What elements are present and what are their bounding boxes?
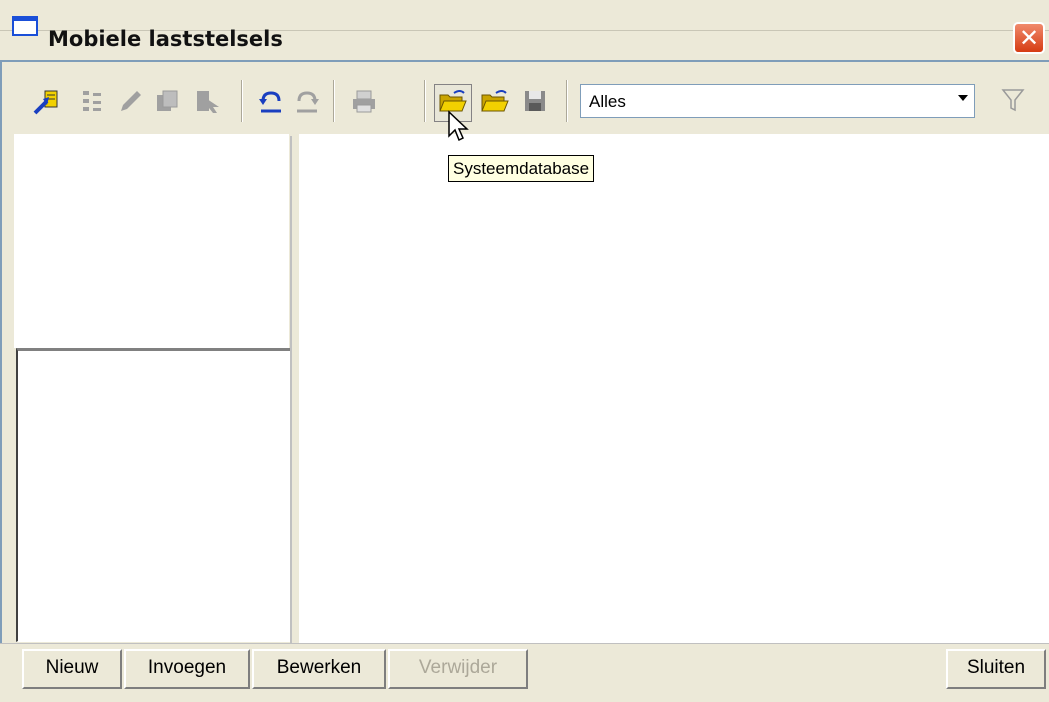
undo-icon	[259, 91, 281, 113]
tooltip: Systeemdatabase	[448, 155, 595, 182]
mouse-cursor-icon	[447, 110, 471, 149]
save-button[interactable]	[520, 86, 550, 116]
filter-button[interactable]	[1000, 86, 1026, 119]
redo-icon	[297, 91, 319, 113]
funnel-icon	[1001, 89, 1025, 112]
save-icon	[525, 91, 545, 111]
select-icon	[197, 91, 219, 113]
main-view-panel[interactable]	[299, 134, 1049, 643]
copy-icon	[157, 90, 178, 111]
wizard-button[interactable]	[32, 86, 62, 116]
open-folder-icon	[481, 90, 509, 112]
title-bar: Mobiele laststelsels ✕	[0, 0, 1049, 54]
copy-button[interactable]	[152, 86, 182, 116]
new-button[interactable]: Nieuw	[22, 649, 122, 689]
toolbar-separator	[566, 80, 568, 122]
close-window-button[interactable]: ✕	[1013, 22, 1045, 54]
open-folder-button[interactable]	[480, 86, 510, 116]
redo-button[interactable]	[292, 86, 322, 116]
select-button[interactable]	[192, 86, 222, 116]
properties-button[interactable]	[78, 86, 108, 116]
delete-button[interactable]: Verwijder	[388, 649, 528, 689]
detail-list-panel[interactable]	[16, 348, 291, 642]
toolbar-separator	[424, 80, 426, 122]
filter-select[interactable]: Alles	[580, 84, 975, 118]
frame-top-border	[0, 60, 1049, 62]
toolbar-separator	[333, 80, 335, 122]
vertical-splitter[interactable]	[290, 136, 299, 643]
print-icon	[353, 90, 375, 113]
edit-record-button[interactable]: Bewerken	[252, 649, 386, 689]
frame-left-border	[0, 60, 2, 702]
wizard-icon	[33, 90, 58, 115]
toolbar-separator	[241, 80, 243, 122]
print-button[interactable]	[348, 86, 378, 116]
insert-button[interactable]: Invoegen	[124, 649, 250, 689]
properties-icon	[83, 91, 101, 111]
close-button[interactable]: Sluiten	[946, 649, 1046, 689]
undo-button[interactable]	[256, 86, 286, 116]
tree-panel[interactable]	[14, 134, 289, 348]
filter-select-value: Alles	[589, 92, 626, 111]
edit-icon	[121, 91, 141, 111]
chevron-down-icon[interactable]	[958, 95, 968, 101]
app-window: Mobiele laststelsels ✕ Alles Systeemdata…	[0, 0, 1049, 702]
window-title: Mobiele laststelsels	[48, 27, 283, 51]
edit-button[interactable]	[116, 86, 146, 116]
window-icon	[12, 16, 38, 36]
